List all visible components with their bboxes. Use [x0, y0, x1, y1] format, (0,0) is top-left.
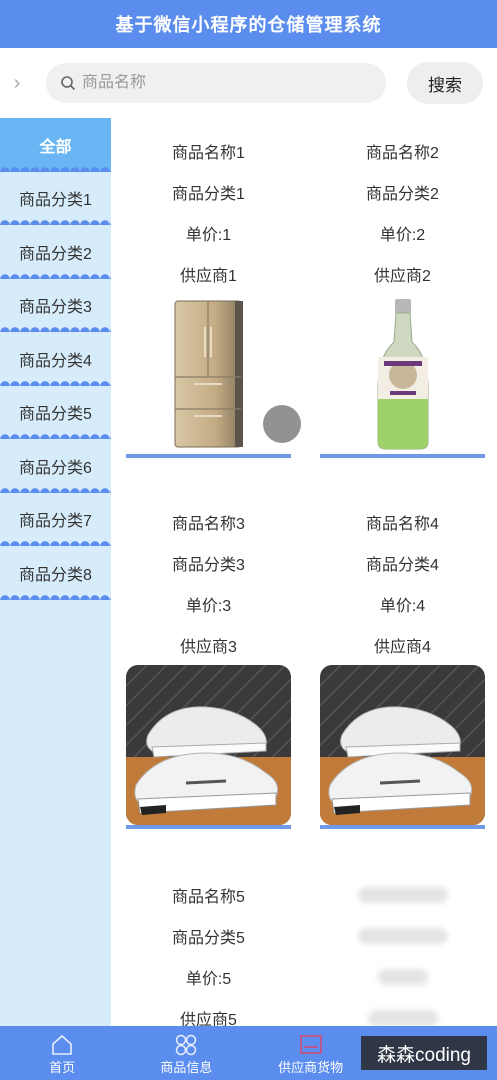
product-supplier: 供应商2: [374, 267, 431, 285]
product-card[interactable]: 商品名称3 商品分类3 单价:3 供应商3: [126, 501, 291, 829]
category-item-1[interactable]: 商品分类1: [0, 172, 111, 226]
box-icon: [299, 1035, 322, 1054]
product-card[interactable]: 商品名称1 商品分类1 单价:1 供应商1: [126, 130, 291, 458]
chevron-right-icon[interactable]: ›: [0, 72, 34, 95]
product-category: 商品分类3: [172, 556, 245, 574]
product-card-blurred: [320, 874, 485, 1026]
product-card[interactable]: 商品名称5 商品分类5 单价:5 供应商5: [126, 874, 291, 1026]
product-card[interactable]: 商品名称4 商品分类4 单价:4 供应商4: [320, 501, 485, 829]
page-title: 基于微信小程序的仓储管理系统: [115, 15, 382, 35]
search-icon: [61, 76, 76, 91]
tab-product-info[interactable]: 商品信息: [124, 1026, 248, 1080]
product-supplier: 供应商4: [374, 638, 431, 656]
category-item-4[interactable]: 商品分类4: [0, 332, 111, 386]
sneaker-image: [126, 665, 291, 825]
product-grid: 商品名称1 商品分类1 单价:1 供应商1 商品名称2 商品分类2 单价:2 供…: [111, 118, 497, 1026]
sneaker-image: [320, 665, 485, 825]
product-price: 单价:3: [185, 597, 232, 615]
product-price: 单价:1: [185, 226, 232, 244]
product-category: 商品分类1: [172, 185, 245, 203]
tab-supplier-goods[interactable]: 供应商货物: [249, 1026, 373, 1080]
category-sidebar: 全部 商品分类1 商品分类2 商品分类3 商品分类4 商品分类5 商品分类6 商…: [0, 118, 111, 1026]
search-row: › 搜索: [0, 48, 497, 118]
category-item-3[interactable]: 商品分类3: [0, 279, 111, 333]
search-input[interactable]: [82, 74, 342, 92]
product-category: 商品分类4: [366, 556, 439, 574]
product-name: 商品名称4: [366, 515, 439, 533]
category-item-2[interactable]: 商品分类2: [0, 225, 111, 279]
product-card[interactable]: 商品名称2 商品分类2 单价:2 供应商2: [320, 130, 485, 458]
tab-home[interactable]: 首页: [0, 1026, 124, 1080]
watermark: 森森coding: [361, 1036, 487, 1070]
product-price: 单价:4: [379, 597, 426, 615]
page-title-bar: 基于微信小程序的仓储管理系统: [0, 0, 497, 48]
category-item-8[interactable]: 商品分类8: [0, 546, 111, 600]
product-supplier: 供应商1: [180, 267, 237, 285]
product-name: 商品名称2: [366, 144, 439, 162]
category-item-5[interactable]: 商品分类5: [0, 386, 111, 440]
product-name: 商品名称5: [172, 888, 245, 906]
search-box[interactable]: [46, 63, 386, 103]
category-item-all[interactable]: 全部: [0, 118, 111, 172]
product-price: 单价:2: [379, 226, 426, 244]
search-button[interactable]: 搜索: [407, 62, 483, 104]
product-supplier: 供应商3: [180, 638, 237, 656]
product-supplier: 供应商5: [180, 1011, 237, 1027]
grid-icon: [176, 1034, 197, 1056]
product-name: 商品名称1: [172, 144, 245, 162]
product-price: 单价:5: [185, 970, 232, 988]
category-item-6[interactable]: 商品分类6: [0, 439, 111, 493]
product-category: 商品分类5: [172, 929, 245, 947]
bottle-image: [320, 294, 485, 454]
floating-touch-indicator: [263, 405, 301, 443]
product-name: 商品名称3: [172, 515, 245, 533]
product-category: 商品分类2: [366, 185, 439, 203]
home-icon: [52, 1034, 72, 1055]
category-item-7[interactable]: 商品分类7: [0, 493, 111, 547]
